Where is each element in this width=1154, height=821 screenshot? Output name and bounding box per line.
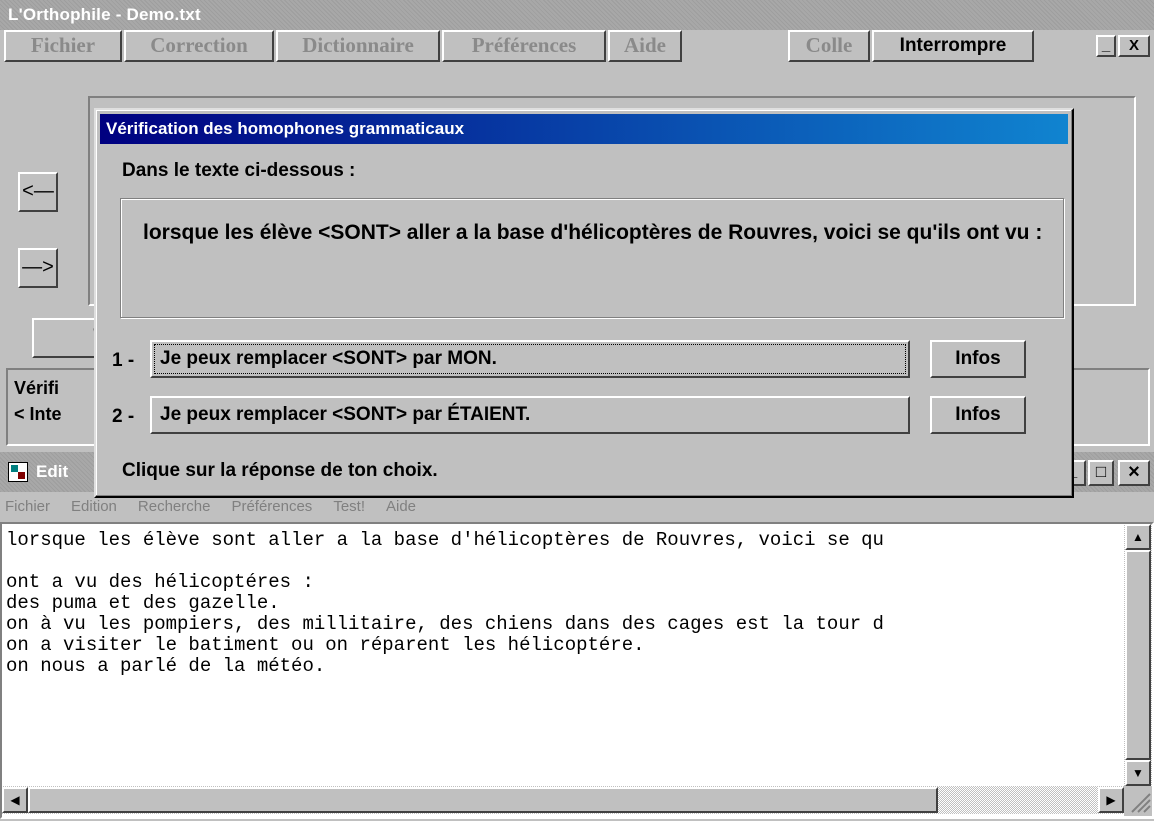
option-2-button[interactable]: Je peux remplacer <SONT> par ÉTAIENT. xyxy=(150,396,910,434)
scroll-right-arrow-icon[interactable]: ▶ xyxy=(1098,787,1124,813)
option-1-infos-button[interactable]: Infos xyxy=(930,340,1026,378)
app-minimize-button[interactable]: _ xyxy=(1096,35,1116,57)
menu-dictionnaire[interactable]: Dictionnaire xyxy=(276,30,440,62)
editor-menu-aide[interactable]: Aide xyxy=(386,498,416,515)
option-2-infos-button[interactable]: Infos xyxy=(930,396,1026,434)
menu-preferences[interactable]: Préférences xyxy=(442,30,606,62)
status-line-2: < Inte xyxy=(14,404,62,424)
status-line-1: Vérifi xyxy=(14,378,60,398)
scroll-up-arrow-icon[interactable]: ▲ xyxy=(1125,524,1151,550)
editor-menu-test[interactable]: Test! xyxy=(333,498,365,515)
context-sentence-box: lorsque les élève <SONT> aller a la base… xyxy=(120,198,1064,318)
editor-app-icon xyxy=(8,462,28,482)
editor-text-area[interactable]: lorsque les élève sont aller a la base d… xyxy=(0,522,1154,819)
editor-line[interactable]: lorsque les élève sont aller a la base d… xyxy=(6,530,1122,551)
dialog-intro-text: Dans le texte ci-dessous : xyxy=(122,160,356,181)
option-2-number: 2 - xyxy=(112,406,135,427)
editor-line[interactable]: on a visiter le batiment ou on réparent … xyxy=(6,635,1122,656)
editor-line[interactable]: des puma et des gazelle. xyxy=(6,593,1122,614)
editor-vertical-scrollbar[interactable]: ▲ ▼ xyxy=(1124,524,1152,786)
editor-menu-edition[interactable]: Edition xyxy=(71,498,117,515)
menu-aide[interactable]: Aide xyxy=(608,30,682,62)
editor-line[interactable]: ont a vu des hélicoptéres : xyxy=(6,572,1122,593)
editor-line[interactable] xyxy=(6,551,1122,572)
editor-horizontal-scrollbar[interactable]: ◀ ▶ xyxy=(2,786,1124,814)
editor-menu-preferences[interactable]: Préférences xyxy=(231,498,312,515)
scroll-left-arrow-icon[interactable]: ◀ xyxy=(2,787,28,813)
scroll-down-arrow-icon[interactable]: ▼ xyxy=(1125,760,1151,786)
context-sentence-text: lorsque les élève <SONT> aller a la base… xyxy=(143,221,1043,244)
editor-line[interactable]: on nous a parlé de la météo. xyxy=(6,656,1122,677)
editor-maximize-button[interactable]: □ xyxy=(1088,460,1114,486)
dialog-title-bar: Vérification des homophones grammaticaux xyxy=(100,114,1068,144)
interrompre-button[interactable]: Interrompre xyxy=(872,30,1034,62)
horizontal-scroll-thumb[interactable] xyxy=(28,787,938,813)
next-arrow-button[interactable]: —> xyxy=(18,248,58,288)
editor-menu-fichier[interactable]: Fichier xyxy=(5,498,50,515)
editor-menu-recherche[interactable]: Recherche xyxy=(138,498,211,515)
editor-document-text[interactable]: lorsque les élève sont aller a la base d… xyxy=(6,530,1122,785)
resize-grip-icon[interactable] xyxy=(1124,786,1152,816)
homophone-dialog: Vérification des homophones grammaticaux… xyxy=(94,108,1074,498)
menu-correction[interactable]: Correction xyxy=(124,30,274,62)
editor-line[interactable]: on à vu les pompiers, des millitaire, de… xyxy=(6,614,1122,635)
option-1-number: 1 - xyxy=(112,350,135,371)
editor-title-text: Edit xyxy=(36,462,69,481)
dialog-footer-instruction: Clique sur la réponse de ton choix. xyxy=(122,460,438,481)
menu-fichier[interactable]: Fichier xyxy=(4,30,122,62)
previous-arrow-button[interactable]: <— xyxy=(18,172,58,212)
option-1-button[interactable]: Je peux remplacer <SONT> par MON. xyxy=(150,340,910,378)
app-close-button[interactable]: X xyxy=(1118,35,1150,57)
vertical-scroll-thumb[interactable] xyxy=(1125,550,1151,760)
app-title-bar: L'Orthophile - Demo.txt xyxy=(0,0,1154,30)
editor-close-button[interactable]: × xyxy=(1118,460,1150,486)
colle-button[interactable]: Colle xyxy=(788,30,870,62)
